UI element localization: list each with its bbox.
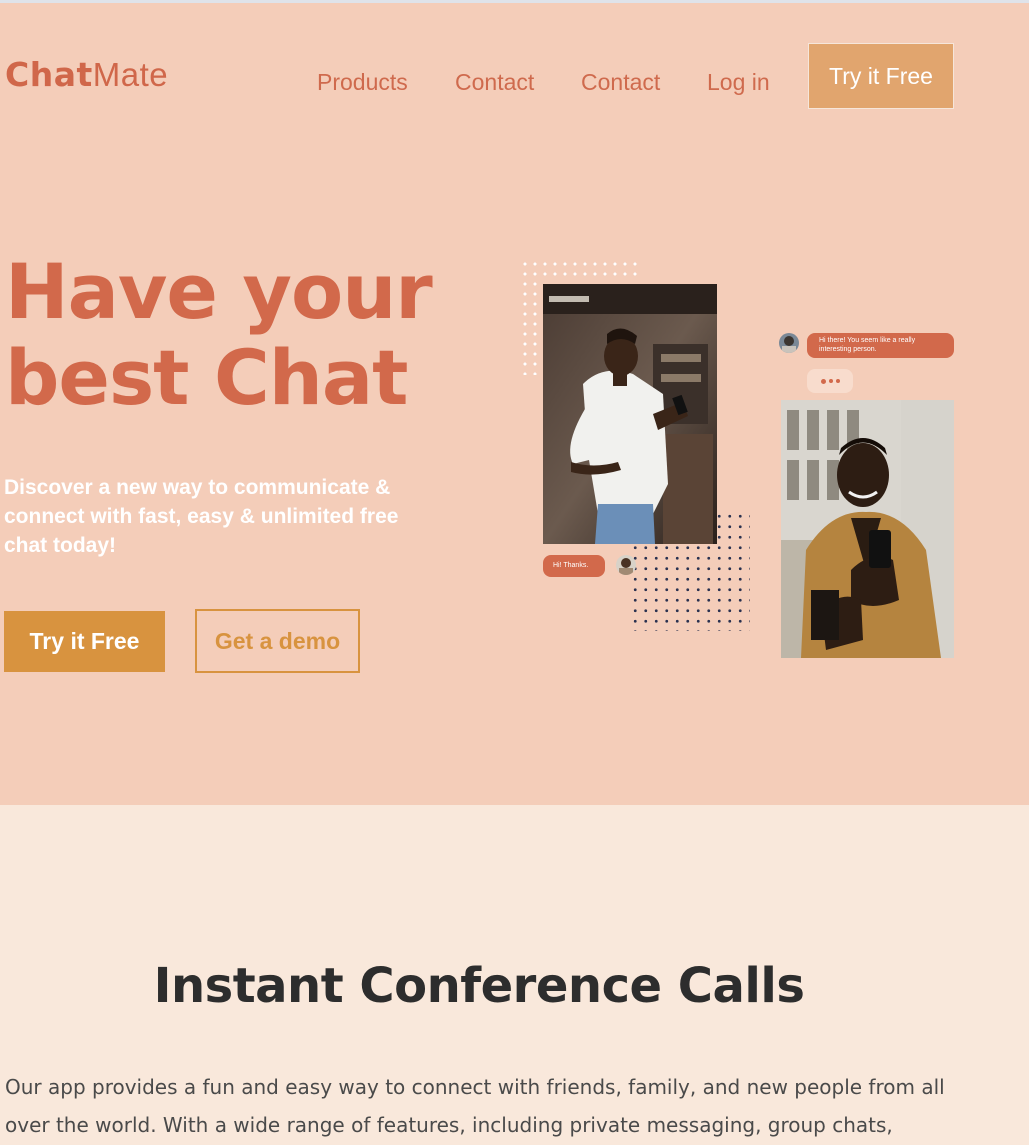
logo-bold-text: Chat [5,55,93,94]
nav-login[interactable]: Log in [707,69,770,96]
chat-bubble-incoming: Hi there! You seem like a really interes… [807,333,954,358]
headline-line-2: best Chat [5,333,408,422]
nav-products[interactable]: Products [317,69,408,96]
hero-subtext: Discover a new way to communicate & conn… [4,476,399,557]
avatar [616,555,636,575]
logo[interactable]: ChatMate [5,55,168,94]
hero-headline: Have your best Chat [5,247,433,422]
chat-bubble-outgoing: Hi! Thanks. [543,555,605,577]
section-title: Instant Conference Calls [153,958,805,1014]
avatar [779,333,799,353]
logo-light-text: Mate [92,56,169,93]
try-free-nav-button[interactable]: Try it Free [808,43,954,109]
nav-contact-2[interactable]: Contact [581,69,660,96]
typing-indicator-icon [807,369,853,393]
headline-line-1: Have your [5,247,433,336]
woman-with-phone-image [543,284,717,544]
section-paragraph: Our app provides a fun and easy way to c… [5,1075,945,1137]
hero-section: ChatMate Products Contact Contact Log in… [0,3,1029,805]
try-free-button[interactable]: Try it Free [4,611,165,672]
get-demo-button[interactable]: Get a demo [195,609,360,673]
nav-contact[interactable]: Contact [455,69,534,96]
man-with-phone-image [781,400,954,658]
